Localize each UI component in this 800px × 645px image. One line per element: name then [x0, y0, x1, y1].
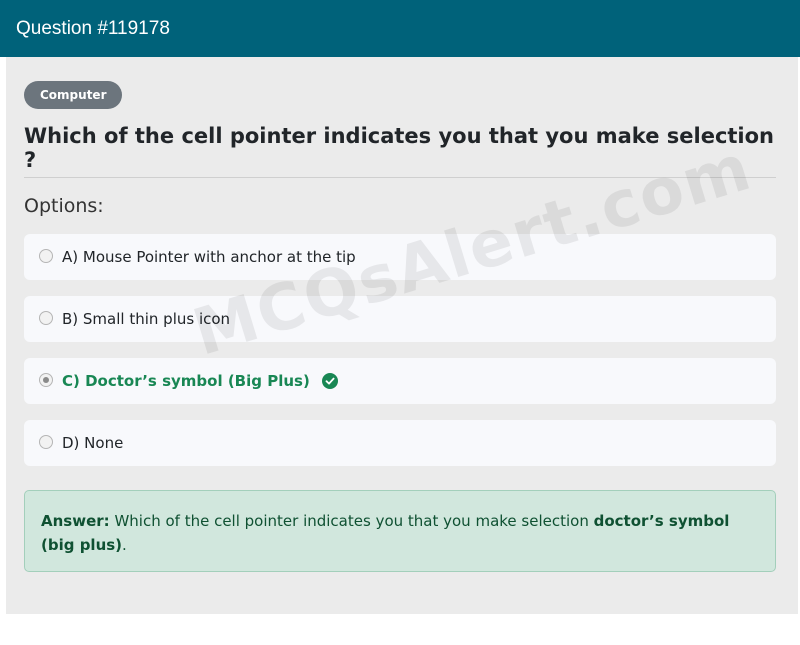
- divider: [24, 177, 776, 178]
- answer-text: Which of the cell pointer indicates you …: [114, 512, 589, 530]
- option-d-label: D) None: [62, 434, 124, 452]
- option-a-radio[interactable]: [39, 249, 53, 263]
- answer-prefix: Answer:: [41, 512, 110, 530]
- option-b[interactable]: B) Small thin plus icon: [24, 296, 776, 342]
- question-header: Question #119178: [0, 0, 800, 57]
- option-c-label: C) Doctor’s symbol (Big Plus): [62, 372, 310, 390]
- option-c[interactable]: C) Doctor’s symbol (Big Plus): [24, 358, 776, 404]
- option-d[interactable]: D) None: [24, 420, 776, 466]
- answer-box: Answer: Which of the cell pointer indica…: [24, 490, 776, 572]
- question-number: Question #119178: [16, 17, 170, 39]
- category-badge[interactable]: Computer: [24, 81, 123, 109]
- check-circle-icon: [321, 373, 338, 389]
- option-d-radio[interactable]: [39, 435, 53, 449]
- question-text: Which of the cell pointer indicates you …: [24, 124, 775, 172]
- option-a-label: A) Mouse Pointer with anchor at the tip: [62, 248, 356, 266]
- option-b-radio[interactable]: [39, 311, 53, 325]
- option-c-radio[interactable]: [39, 373, 53, 387]
- answer-suffix: .: [122, 536, 127, 554]
- option-b-label: B) Small thin plus icon: [62, 310, 231, 328]
- options-heading: Options:: [24, 195, 104, 217]
- option-a[interactable]: A) Mouse Pointer with anchor at the tip: [24, 234, 776, 280]
